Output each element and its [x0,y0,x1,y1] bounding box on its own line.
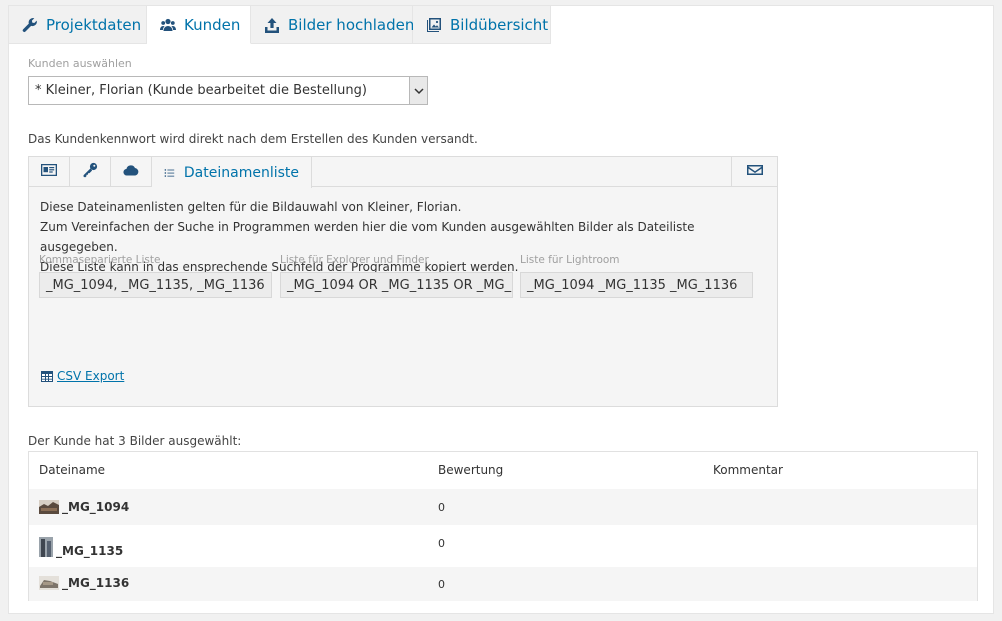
table-row[interactable]: _MG_1094 0 [29,489,977,525]
rating-value: 0 [438,537,445,550]
explorer-list: Liste für Explorer und Finder _MG_1094 O… [280,254,513,298]
lightroom-list-field[interactable]: _MG_1094 _MG_1135 _MG_1136 [520,272,753,298]
rating-value: 0 [438,501,445,514]
csv-export-link[interactable]: CSV Export [41,369,124,383]
filename-text: _MG_1135 [56,544,124,558]
tab-label: Projektdaten [46,15,142,34]
description-line: Diese Dateinamenlisten gelten für die Bi… [40,200,462,214]
customer-panel: Projektdaten Kunden Bilder hochladen Bil… [8,5,994,614]
description-line: Zum Vereinfachen der Suche in Programmen… [40,220,695,254]
comma-list-field[interactable]: _MG_1094, _MG_1135, _MG_1136 [39,272,272,298]
customer-select-value: * Kleiner, Florian (Kunde bearbeitet die… [35,83,367,98]
customer-select-label: Kunden auswählen [28,57,132,70]
key-icon [82,162,98,182]
tab-label: Bildübersicht [450,15,549,34]
password-note: Das Kundenkennwort wird direkt nach dem … [28,132,478,146]
tab-bilduebersicht[interactable]: Bildübersicht [413,6,551,44]
explorer-list-field[interactable]: _MG_1094 OR _MG_1135 OR _MG_1136 [280,272,513,298]
filename-cell: _MG_1135 [39,536,123,558]
table-row[interactable]: _MG_1136 0 [29,567,977,601]
selection-summary: Der Kunde hat 3 Bilder ausgewählt: [28,434,242,448]
users-icon [160,17,176,33]
rating-value: 0 [438,578,445,591]
comma-list: Kommaseparierte Liste _MG_1094, _MG_1135… [39,254,272,298]
tab-label: Bilder hochladen [288,15,415,34]
image-thumbnail [39,537,53,557]
image-thumbnail [39,576,59,590]
column-header-bewertung: Bewertung [438,463,504,477]
table-row[interactable]: _MG_1135 0 [29,525,977,567]
list-icon [164,168,175,177]
column-header-kommentar: Kommentar [713,463,783,477]
column-header-dateiname: Dateiname [39,463,106,477]
filename-list-box: Dateinamenliste Diese Dateinamenlisten g… [28,156,778,407]
explorer-list-label: Liste für Explorer und Finder [280,254,429,266]
table-header: Dateiname Bewertung Kommentar [29,452,977,489]
table-icon [41,370,53,382]
gallery-icon [426,17,442,33]
tab-projektdaten[interactable]: Projektdaten [9,6,147,44]
tab-contact-card[interactable] [29,157,70,187]
filename-cell: _MG_1094 [39,500,129,514]
tab-label: Dateinamenliste [183,164,299,181]
wrench-icon [22,17,38,33]
tab-cloud[interactable] [111,157,152,187]
selection-table: Dateiname Bewertung Kommentar _MG_1094 0… [28,451,978,601]
tab-dateinamenliste[interactable]: Dateinamenliste [152,157,312,188]
upload-icon [264,17,280,33]
filename-text: _MG_1094 [62,500,130,514]
filename-cell: _MG_1136 [39,576,129,590]
csv-export-label: CSV Export [57,369,125,383]
filename-text: _MG_1136 [62,576,130,590]
main-tabs: Projektdaten Kunden Bilder hochladen Bil… [9,6,551,44]
lightroom-list: Liste für Lightroom _MG_1094 _MG_1135 _M… [520,254,753,298]
tab-bilder-hochladen[interactable]: Bilder hochladen [251,6,415,44]
image-thumbnail [39,500,59,514]
chevron-down-icon[interactable] [409,77,427,104]
lightroom-list-label: Liste für Lightroom [520,254,620,266]
comma-list-label: Kommaseparierte Liste [39,254,161,266]
tab-mail[interactable] [731,157,778,187]
tab-password[interactable] [70,157,111,187]
mail-icon [747,162,763,182]
customer-select[interactable]: * Kleiner, Florian (Kunde bearbeitet die… [28,76,428,105]
inner-tabs: Dateinamenliste [29,157,778,188]
tab-label: Kunden [184,15,241,34]
tab-kunden[interactable]: Kunden [147,6,251,44]
contact-card-icon [41,162,57,182]
cloud-icon [123,162,139,182]
